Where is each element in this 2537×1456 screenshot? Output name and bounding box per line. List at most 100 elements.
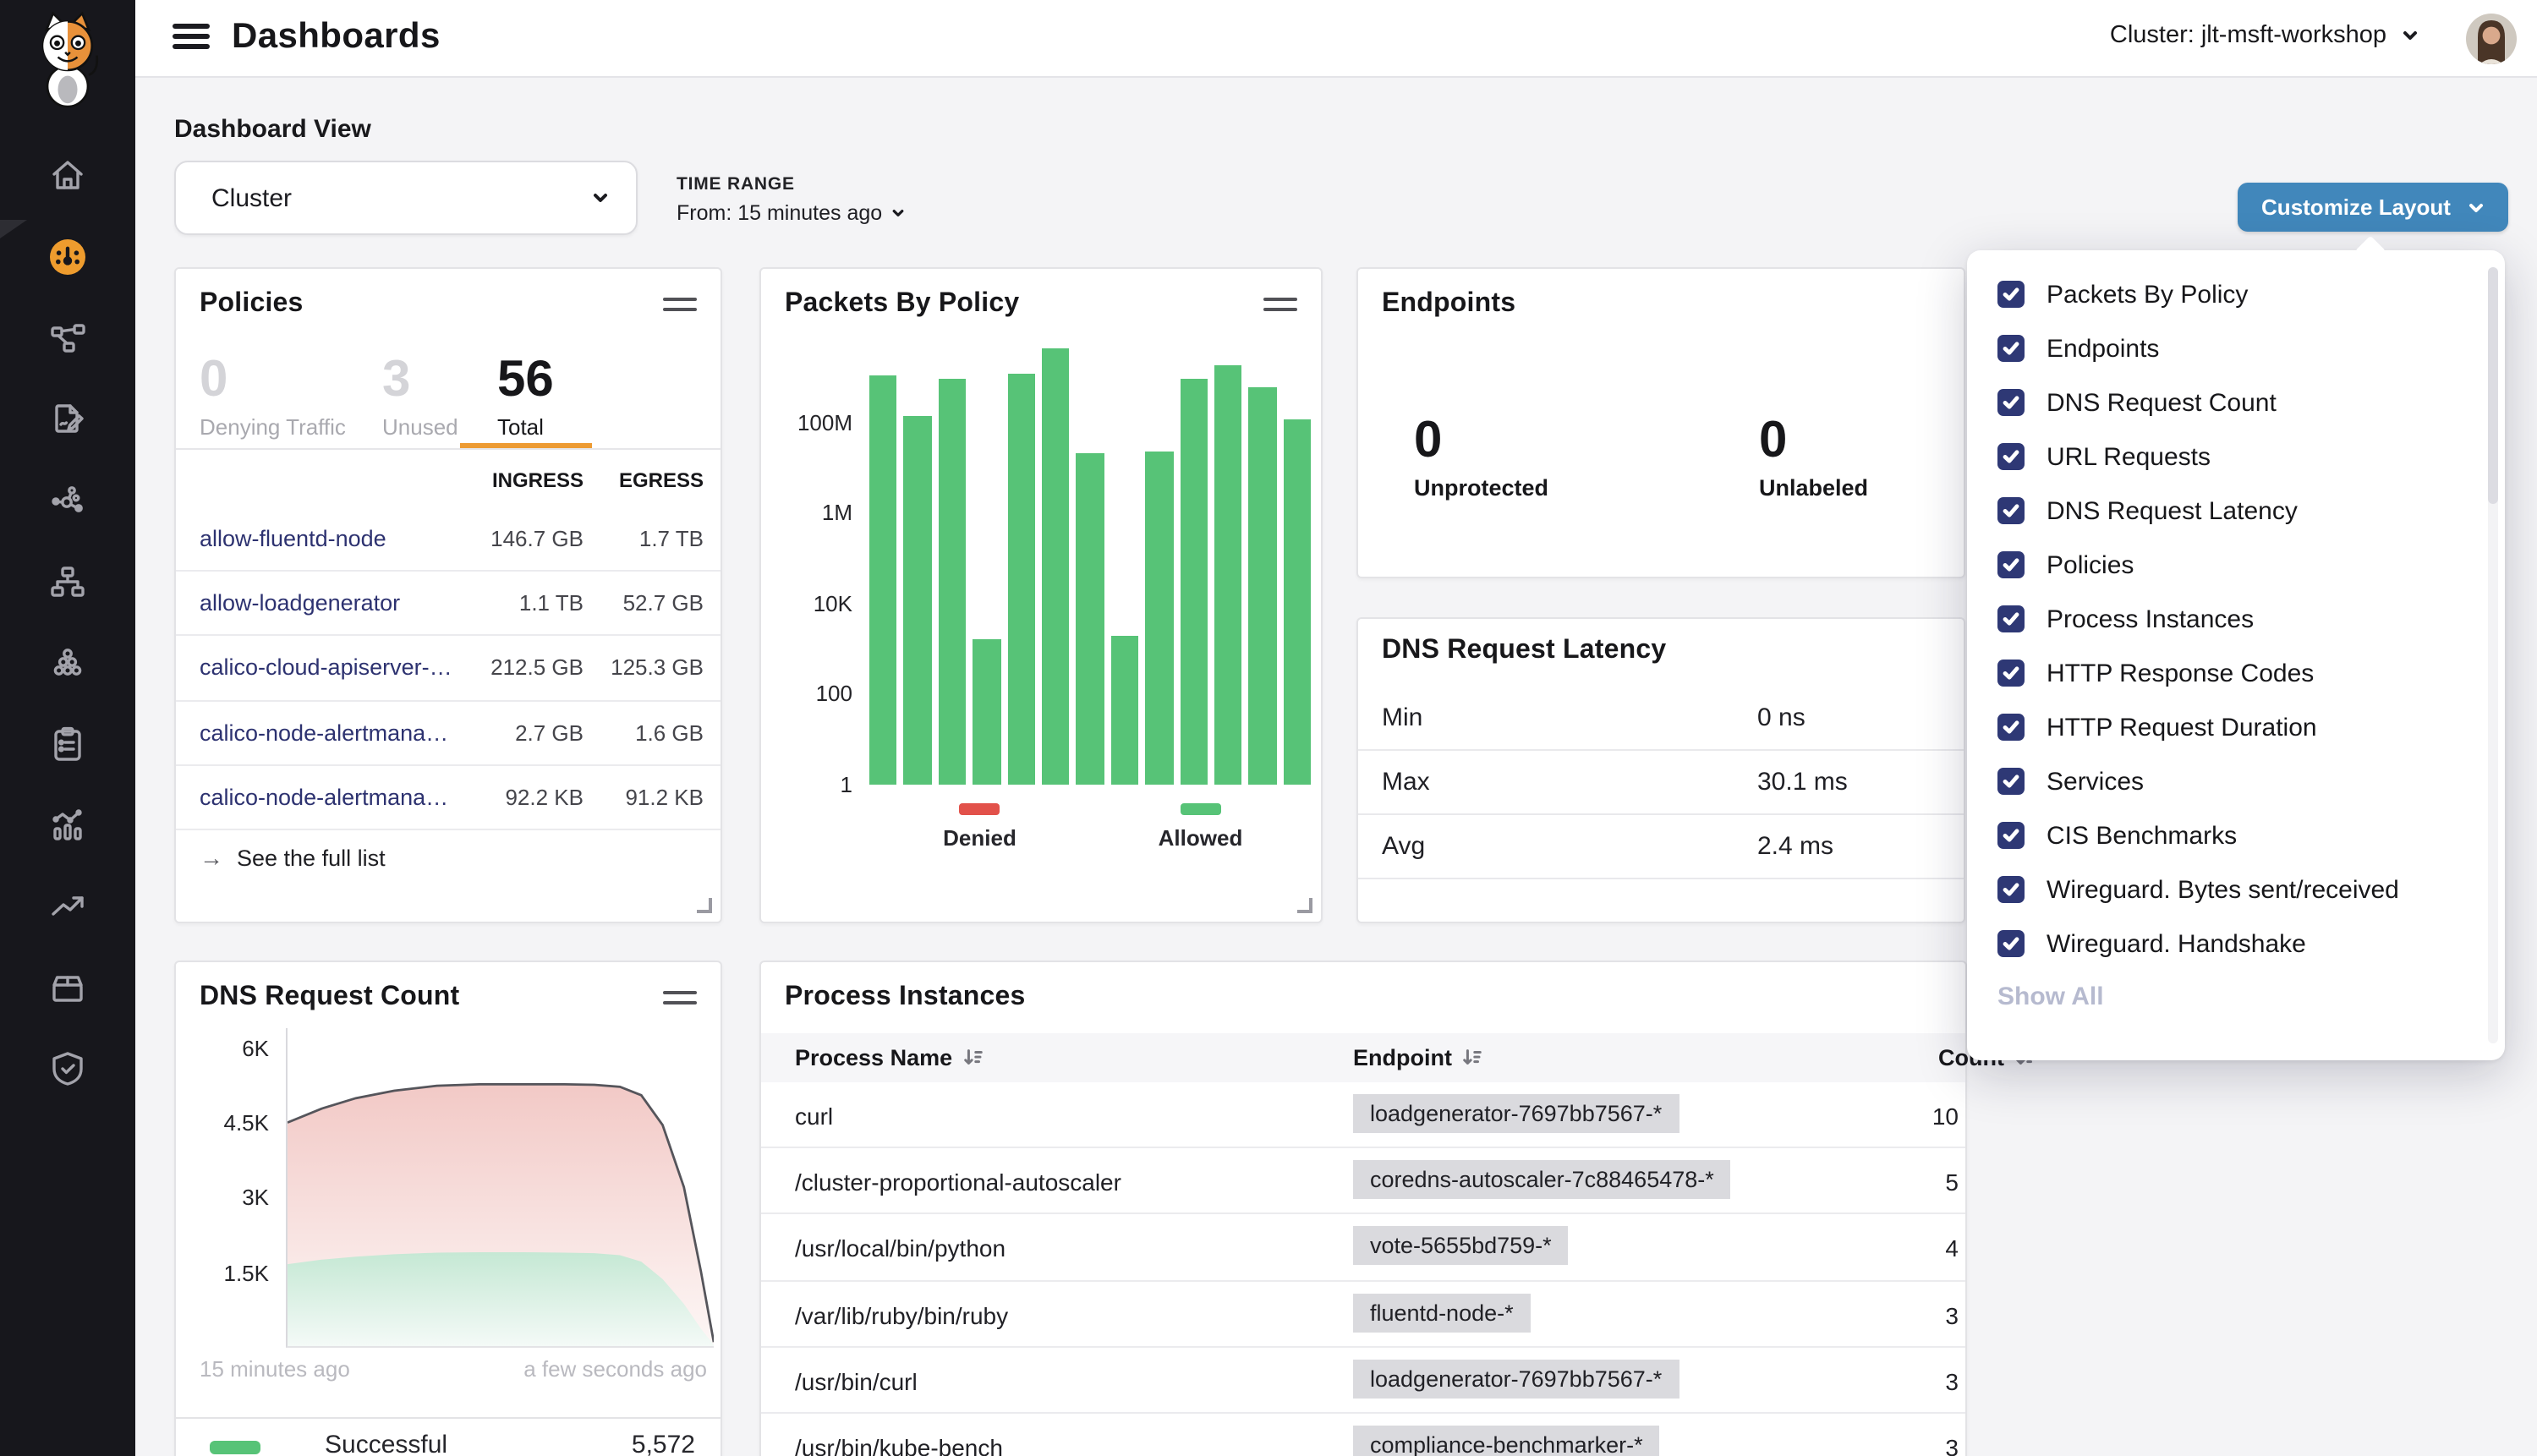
latency-row-min: Min0 ns [1358, 687, 1964, 751]
menu-item-http-response-codes[interactable]: HTTP Response Codes [1967, 646, 2505, 700]
policy-table-row: calico-cloud-apiserver-…212.5 GB125.3 GB [176, 637, 721, 701]
checkbox-checked-icon[interactable] [1997, 714, 2025, 741]
policy-name-link[interactable]: allow-loadgenerator [200, 590, 400, 616]
checkbox-checked-icon[interactable] [1997, 443, 2025, 470]
time-range: TIME RANGE From: 15 minutes ago [677, 174, 904, 225]
bar-allowed[interactable] [1214, 365, 1242, 785]
policies-stat-denying-traffic[interactable]: 0Denying Traffic [200, 353, 346, 440]
checkbox-checked-icon[interactable] [1997, 768, 2025, 795]
bar-allowed[interactable] [869, 375, 897, 785]
menu-item-label: Policies [2047, 550, 2134, 579]
menu-item-services[interactable]: Services [1967, 754, 2505, 808]
checkbox-checked-icon[interactable] [1997, 335, 2025, 362]
menu-item-endpoints[interactable]: Endpoints [1967, 321, 2505, 375]
customize-layout-button[interactable]: Customize Layout [2238, 183, 2508, 232]
menu-item-label: HTTP Response Codes [2047, 659, 2314, 687]
bar-allowed[interactable] [1077, 454, 1104, 785]
bar-allowed[interactable] [939, 378, 967, 785]
policy-name-link[interactable]: calico-node-alertmana… [200, 785, 448, 810]
bar-allowed[interactable] [1110, 635, 1138, 785]
checkbox-checked-icon[interactable] [1997, 876, 2025, 903]
column-header-endpoint[interactable]: Endpoint [1353, 1045, 1484, 1070]
scrollbar-thumb[interactable] [2488, 267, 2498, 504]
avatar[interactable] [2466, 14, 2517, 64]
checkbox-checked-icon[interactable] [1997, 497, 2025, 524]
menu-item-label: DNS Request Latency [2047, 496, 2298, 525]
network-tree-icon[interactable] [47, 561, 88, 602]
column-header-process-name[interactable]: Process Name [795, 1045, 984, 1070]
policy-name-link[interactable]: allow-fluentd-node [200, 526, 386, 551]
policies-stat-total[interactable]: 56Total [497, 353, 554, 440]
drag-handle-icon[interactable] [663, 991, 697, 1010]
menu-item-url-requests[interactable]: URL Requests [1967, 430, 2505, 484]
menu-item-label: Services [2047, 767, 2144, 796]
workloads-icon[interactable] [47, 643, 88, 683]
calico-cat-logo[interactable] [29, 10, 107, 108]
bar-allowed[interactable] [1249, 387, 1277, 785]
menu-item-policies[interactable]: Policies [1967, 538, 2505, 592]
dashboards-gauge-icon[interactable] [47, 237, 88, 277]
checkbox-checked-icon[interactable] [1997, 660, 2025, 687]
menu-item-dns-request-latency[interactable]: DNS Request Latency [1967, 484, 2505, 538]
menu-item-packets-by-policy[interactable]: Packets By Policy [1967, 267, 2505, 321]
column-header-egress[interactable]: EGRESS [619, 468, 704, 492]
drag-handle-icon[interactable] [663, 298, 697, 317]
compliance-clipboard-icon[interactable] [47, 724, 88, 764]
stat-value: 0 [200, 353, 346, 408]
bar-allowed[interactable] [1007, 373, 1035, 785]
process-name: /cluster-proportional-autoscaler [795, 1169, 1121, 1196]
bar-allowed[interactable] [1145, 451, 1173, 785]
policies-card-title: Policies [200, 289, 304, 320]
menu-icon[interactable] [173, 24, 210, 54]
policy-editor-icon[interactable] [47, 399, 88, 440]
resize-handle[interactable] [1297, 898, 1312, 913]
bar-allowed[interactable] [904, 415, 932, 785]
show-all-link[interactable]: Show All [1997, 983, 2104, 1011]
checkbox-checked-icon[interactable] [1997, 822, 2025, 849]
drag-handle-icon[interactable] [1263, 298, 1297, 317]
view-selector[interactable]: Cluster [174, 161, 638, 235]
trending-up-icon[interactable] [47, 886, 88, 927]
column-header-ingress[interactable]: INGRESS [492, 468, 584, 492]
checkbox-checked-icon[interactable] [1997, 281, 2025, 308]
legend-denied[interactable]: Denied [869, 803, 1090, 851]
chart-legend: Denied Allowed [869, 803, 1311, 851]
egress-value: 52.7 GB [623, 590, 704, 616]
analytics-chart-icon[interactable] [47, 805, 88, 846]
menu-item-dns-request-count[interactable]: DNS Request Count [1967, 375, 2505, 430]
bar-allowed[interactable] [1283, 419, 1311, 785]
bar-allowed[interactable] [1180, 378, 1208, 785]
see-full-list-link[interactable]: → See the full list [200, 844, 386, 871]
resize-handle[interactable] [697, 898, 712, 913]
count-value: 4 [1874, 1235, 1959, 1262]
legend-value: 5,572 [632, 1431, 695, 1456]
menu-item-wireguard-handshake[interactable]: Wireguard. Handshake [1967, 917, 2505, 971]
packages-icon[interactable] [47, 967, 88, 1008]
menu-item-label: CIS Benchmarks [2047, 821, 2237, 850]
time-range-value[interactable]: From: 15 minutes ago [677, 201, 904, 225]
legend-allowed[interactable]: Allowed [1090, 803, 1311, 851]
chart-legend-row[interactable]: Successful 5,572 [176, 1419, 721, 1456]
checkbox-checked-icon[interactable] [1997, 389, 2025, 416]
policies-stat-unused[interactable]: 3Unused [382, 353, 458, 440]
service-graph-icon[interactable] [47, 480, 88, 521]
menu-item-process-instances[interactable]: Process Instances [1967, 592, 2505, 646]
page-title: Dashboards [232, 17, 441, 57]
sort-icon [962, 1047, 984, 1069]
home-icon[interactable] [47, 156, 88, 196]
policy-name-link[interactable]: calico-node-alertmana… [200, 720, 448, 745]
checkbox-checked-icon[interactable] [1997, 930, 2025, 957]
checkbox-checked-icon[interactable] [1997, 605, 2025, 632]
menu-item-wireguard-bytes-sent-received[interactable]: Wireguard. Bytes sent/received [1967, 862, 2505, 917]
bar-allowed[interactable] [973, 639, 1000, 785]
policy-name-link[interactable]: calico-cloud-apiserver-… [200, 655, 452, 681]
menu-item-cis-benchmarks[interactable]: CIS Benchmarks [1967, 808, 2505, 862]
policy-table-row: calico-node-alertmana…2.7 GB1.6 GB [176, 701, 721, 765]
bar-allowed[interactable] [1042, 348, 1070, 785]
checkbox-checked-icon[interactable] [1997, 551, 2025, 578]
menu-item-http-request-duration[interactable]: HTTP Request Duration [1967, 700, 2505, 754]
security-shield-icon[interactable] [47, 1048, 88, 1089]
cluster-selector[interactable]: Cluster: jlt-msft-workshop [2110, 22, 2419, 49]
process-instances-card: Process Instances Process Name Endpoint … [759, 961, 1967, 1456]
network-topology-icon[interactable] [47, 318, 88, 359]
